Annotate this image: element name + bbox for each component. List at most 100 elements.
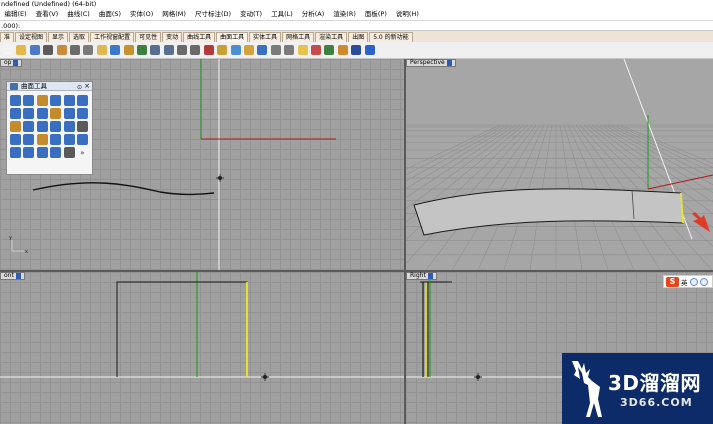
- tab-select[interactable]: 选取: [69, 32, 90, 42]
- tab-transform[interactable]: 变动: [162, 32, 183, 42]
- network-surface-icon[interactable]: [23, 121, 35, 132]
- import-icon[interactable]: [56, 45, 67, 55]
- tab-curve-tools[interactable]: 曲线工具: [183, 32, 216, 42]
- merge-surface-icon[interactable]: [10, 108, 21, 119]
- tab-solid-tools[interactable]: 实体工具: [249, 32, 282, 42]
- revolve-icon[interactable]: [36, 134, 48, 145]
- patch-icon[interactable]: [10, 121, 21, 132]
- menu-view[interactable]: 查看(V): [31, 9, 63, 20]
- menu-dimension[interactable]: 尺寸标注(D): [190, 9, 235, 20]
- tab-standard[interactable]: 准: [0, 32, 15, 42]
- zoom-extents-icon[interactable]: [163, 45, 174, 55]
- input-mode-label[interactable]: 英: [681, 277, 688, 287]
- menu-render[interactable]: 渲染(R): [329, 9, 361, 20]
- tab-visibility[interactable]: 可见性: [135, 32, 162, 42]
- settings-icon[interactable]: [689, 277, 698, 286]
- new-icon[interactable]: [3, 45, 13, 55]
- render-icon[interactable]: [337, 45, 348, 55]
- extend-surface-icon[interactable]: [63, 95, 75, 106]
- surface-tools-panel-titlebar[interactable]: 曲面工具 ⊙ ×: [7, 82, 92, 91]
- osnap-icon[interactable]: [324, 45, 335, 55]
- copy-icon[interactable]: [83, 45, 94, 55]
- tab-surface-tools[interactable]: 曲面工具: [216, 32, 249, 42]
- points-off-icon[interactable]: [284, 45, 295, 55]
- viewport-perspective-label[interactable]: Perspective: [406, 59, 456, 67]
- unroll-icon[interactable]: [50, 108, 62, 119]
- flow-along-icon[interactable]: [23, 147, 35, 158]
- viewport-splitter-vertical[interactable]: [404, 59, 406, 424]
- cage-edit-icon[interactable]: [10, 147, 21, 158]
- viewport-menu-arrow-icon[interactable]: [15, 273, 21, 279]
- menu-help[interactable]: 说明(H): [391, 9, 423, 20]
- skin-icon[interactable]: [699, 277, 708, 286]
- viewport-perspective[interactable]: Perspective: [406, 59, 713, 270]
- menu-panels[interactable]: 面板(P): [360, 9, 391, 20]
- select-all-icon[interactable]: [257, 45, 268, 55]
- uv-curves-icon[interactable]: [76, 121, 88, 132]
- tab-viewport-layout[interactable]: 工作视窗配置: [90, 32, 135, 42]
- tab-new-in-v5[interactable]: 5.0 的新功能: [369, 32, 413, 42]
- undo-icon[interactable]: [110, 45, 121, 55]
- sphere-icon[interactable]: [351, 45, 362, 55]
- help-icon[interactable]: [364, 45, 375, 55]
- twist-icon[interactable]: [36, 147, 48, 158]
- shrink-surface-icon[interactable]: [50, 121, 62, 132]
- tab-display[interactable]: 显示: [48, 32, 69, 42]
- rotate-view-icon[interactable]: [136, 45, 147, 55]
- menu-analyze[interactable]: 分析(A): [297, 9, 329, 20]
- surface-fillet-icon[interactable]: [10, 95, 21, 106]
- lock-icon[interactable]: [217, 45, 228, 55]
- viewport-right-label[interactable]: Right: [406, 272, 437, 280]
- viewport-front-label[interactable]: ont: [0, 272, 25, 280]
- viewport-top-label[interactable]: op: [0, 59, 23, 67]
- zoom-window-icon[interactable]: [177, 45, 188, 55]
- menu-tools[interactable]: 工具(L): [267, 9, 298, 20]
- extrude-icon[interactable]: [63, 134, 75, 145]
- blend-surface-icon[interactable]: [50, 95, 62, 106]
- extruded-surface[interactable]: [413, 188, 684, 236]
- sweep-icon[interactable]: [10, 134, 21, 145]
- edge-curves-icon[interactable]: [36, 121, 48, 132]
- trim-surface-icon[interactable]: [76, 108, 88, 119]
- viewport-splitter-horizontal[interactable]: [0, 270, 713, 272]
- material-icon[interactable]: [310, 45, 321, 55]
- menu-mesh[interactable]: 网格(M): [158, 9, 191, 20]
- viewport-menu-arrow-icon[interactable]: [13, 60, 19, 66]
- open-icon[interactable]: [16, 45, 27, 55]
- viewport-menu-arrow-icon[interactable]: [427, 273, 433, 279]
- save-icon[interactable]: [29, 45, 40, 55]
- pan-icon[interactable]: [123, 45, 134, 55]
- variable-fillet-icon[interactable]: [36, 95, 48, 106]
- match-surface-icon[interactable]: [76, 95, 88, 106]
- zoom-icon[interactable]: [150, 45, 161, 55]
- rail-revolve-icon[interactable]: [50, 134, 62, 145]
- layer-icon[interactable]: [230, 45, 241, 55]
- viewport-front[interactable]: ont: [0, 272, 404, 424]
- zoom-selected-icon[interactable]: [190, 45, 201, 55]
- properties-icon[interactable]: [244, 45, 255, 55]
- cut-icon[interactable]: [69, 45, 80, 55]
- light-icon[interactable]: [297, 45, 308, 55]
- tab-drafting[interactable]: 出图: [348, 32, 369, 42]
- tab-mesh-tools[interactable]: 网格工具: [282, 32, 315, 42]
- refit-icon[interactable]: [63, 121, 75, 132]
- tab-set-view[interactable]: 设定视图: [15, 32, 48, 42]
- menu-transform[interactable]: 变动(T): [236, 9, 267, 20]
- command-line[interactable]: .000):: [0, 20, 713, 31]
- surface-outline-front[interactable]: [116, 281, 248, 377]
- menu-edit[interactable]: 编辑(E): [0, 9, 31, 20]
- options-icon[interactable]: ⊙: [77, 83, 82, 92]
- bend-icon[interactable]: [50, 147, 62, 158]
- menu-curve[interactable]: 曲线(C): [63, 9, 95, 20]
- menu-solid[interactable]: 实体(O): [126, 9, 158, 20]
- tab-render-tools[interactable]: 渲染工具: [315, 32, 348, 42]
- input-method-widget[interactable]: S 英: [663, 275, 713, 288]
- more-icon[interactable]: »: [77, 147, 88, 158]
- menu-surface[interactable]: 曲面(S): [94, 9, 125, 20]
- loft-icon[interactable]: [23, 134, 35, 145]
- profile-curve[interactable]: [32, 182, 215, 196]
- taper-icon[interactable]: [63, 147, 75, 158]
- hide-icon[interactable]: [203, 45, 214, 55]
- paste-icon[interactable]: [96, 45, 107, 55]
- points-on-icon[interactable]: [270, 45, 281, 55]
